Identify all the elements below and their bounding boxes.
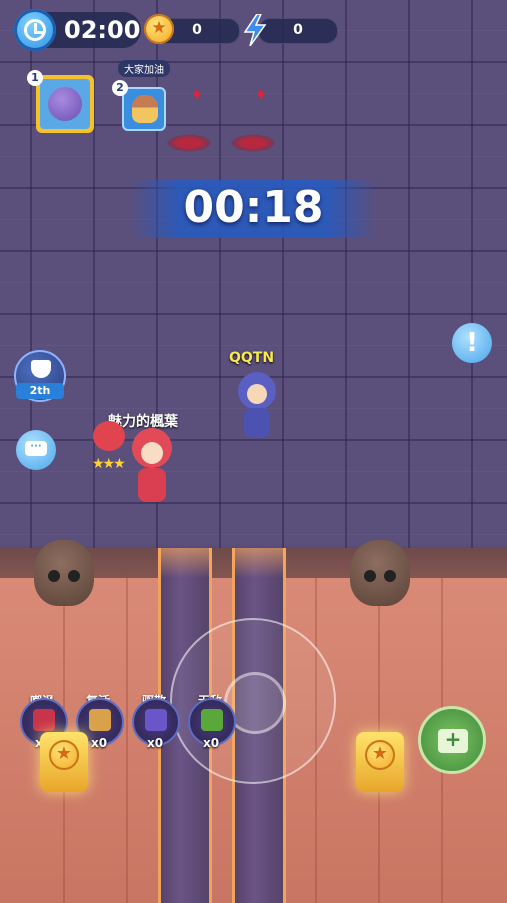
invincible-icon (201, 709, 223, 731)
coin-pickup: ★ (40, 732, 88, 792)
rock-monster (350, 540, 410, 606)
trophy-icon (31, 360, 51, 378)
mushroom-icon (132, 95, 158, 123)
spawn-point (230, 134, 276, 152)
chat-icon: ··· (25, 441, 47, 456)
chat-button[interactable]: ··· (16, 430, 56, 470)
rock-monster (34, 540, 94, 606)
player-stars: ★★★ (92, 456, 126, 472)
clock-icon (14, 9, 56, 51)
revive-icon (89, 709, 111, 731)
player-2-slot: 2 (112, 80, 128, 96)
round-timer: 00:18 (183, 182, 324, 233)
rank-label: 2th (16, 383, 64, 399)
player-2-tag: 大家加油 (118, 60, 170, 77)
player-2-avatar[interactable] (122, 87, 166, 131)
skill-invincible-count: x0 (203, 736, 220, 750)
skill-dispel-count: x0 (147, 736, 164, 750)
energy-counter: 0 (258, 18, 338, 44)
floor-plank (126, 578, 128, 903)
energy-count: 0 (293, 22, 303, 38)
spawn-point (166, 134, 212, 152)
empty-slot-marker: ♦ (255, 88, 267, 103)
purple-monster-icon (48, 87, 82, 121)
medkit-icon (438, 727, 468, 753)
medkit-button[interactable] (418, 706, 486, 774)
player-character (128, 428, 174, 514)
coin-icon: ★ (144, 14, 174, 44)
opponent-name: QQTN (229, 350, 275, 366)
skill-revive-count: x0 (91, 736, 108, 750)
player-1-avatar[interactable] (36, 75, 94, 133)
taunt-icon (33, 709, 55, 731)
alert-icon: ! (466, 328, 478, 358)
player-1-slot: 1 (27, 70, 43, 86)
empty-slot-marker: ♦ (191, 88, 203, 103)
movement-joystick[interactable] (170, 618, 336, 784)
dispel-icon (145, 709, 167, 731)
coin-pickup: ★ (356, 732, 404, 792)
lightning-icon (243, 14, 267, 46)
match-time: 02:00 (64, 16, 141, 44)
round-timer-banner: 00:18 (130, 180, 377, 238)
alert-button[interactable]: ! (452, 323, 492, 363)
opponent-character (234, 372, 280, 452)
pet-companion (93, 421, 125, 451)
